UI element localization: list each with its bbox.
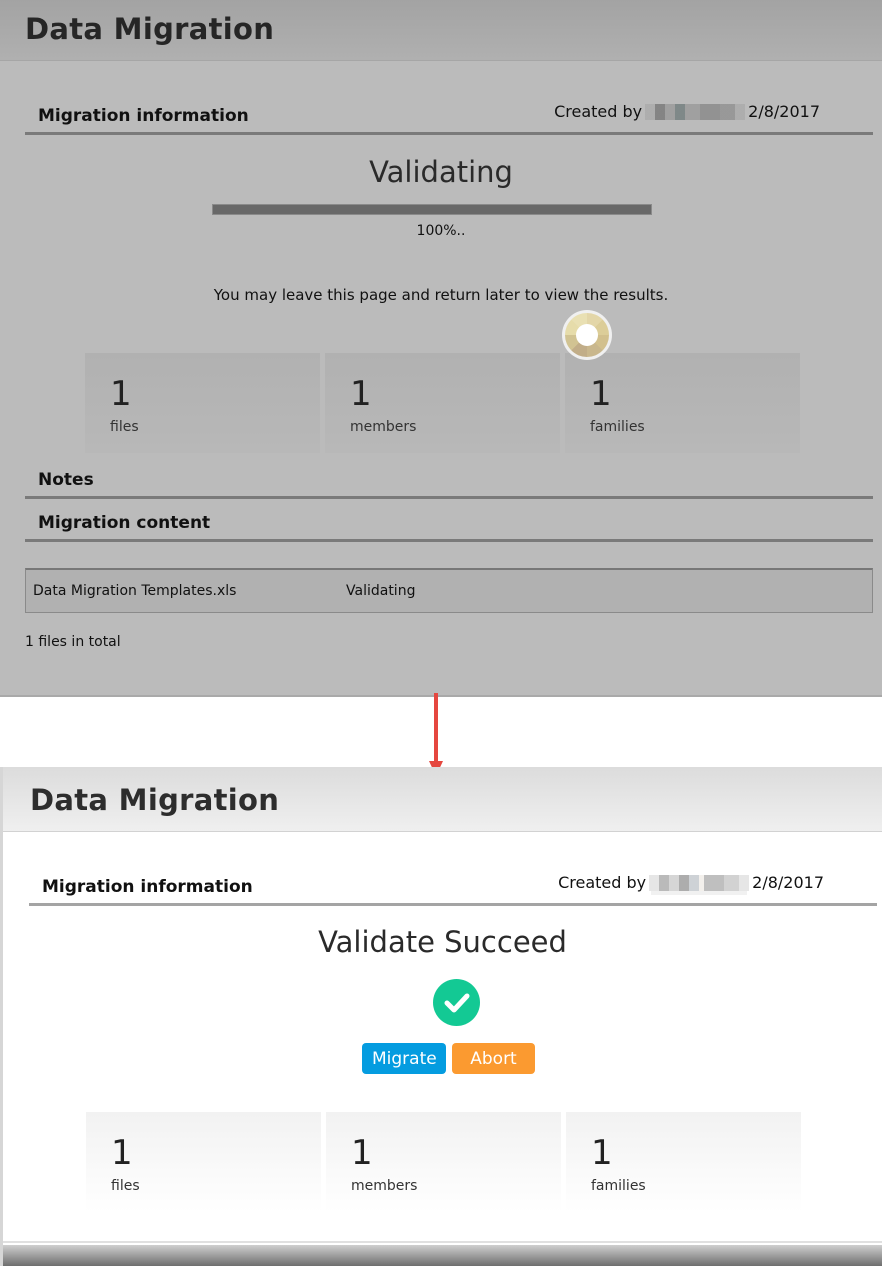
migration-info-header: Migration information Created by 2/8/201… (29, 873, 877, 906)
created-by-label: Created by (554, 102, 643, 121)
section-title: Migration information (42, 877, 253, 897)
stat-label: families (591, 1178, 646, 1194)
section-title: Migration content (38, 513, 211, 533)
validating-panel: Data Migration Migration information Cre… (0, 0, 882, 697)
created-info: Created by 2/8/2017 (554, 102, 820, 121)
file-table-row[interactable]: Data Migration Templates.xls Validating (25, 568, 873, 613)
status-title: Validating (369, 155, 513, 189)
migrate-button[interactable]: Migrate (362, 1043, 446, 1074)
stat-files: 1 files (85, 353, 320, 453)
stat-value: 1 (110, 374, 132, 414)
arrow-shaft (434, 693, 438, 763)
section-title: Notes (38, 470, 94, 490)
spinner-ring (565, 313, 609, 357)
stat-label: members (350, 419, 417, 435)
action-buttons: Migrate Abort (3, 1043, 882, 1074)
stat-members: 1 members (326, 1112, 561, 1212)
leave-page-note: You may leave this page and return later… (213, 286, 669, 304)
progress-fill (213, 205, 651, 214)
check-icon (444, 993, 469, 1012)
check-circle-icon (433, 979, 480, 1026)
file-status: Validating (346, 583, 416, 599)
stat-label: files (111, 1178, 140, 1194)
page-title: Data Migration (25, 12, 275, 46)
abort-button[interactable]: Abort (452, 1043, 535, 1074)
created-date: 2/8/2017 (748, 102, 820, 121)
arrow-down-icon (429, 693, 443, 776)
redacted-username (649, 874, 750, 891)
notes-header: Notes (25, 470, 873, 499)
progress-bar (212, 204, 652, 215)
stat-files: 1 files (86, 1112, 321, 1212)
validate-succeed-panel: Data Migration Migration information Cre… (0, 767, 882, 1266)
stat-value: 1 (590, 374, 612, 414)
stat-label: families (590, 419, 645, 435)
files-total: 1 files in total (25, 634, 121, 650)
stat-label: files (110, 419, 139, 435)
page-title: Data Migration (30, 783, 280, 817)
page-header: Data Migration (3, 767, 882, 832)
migration-content-header: Migration content (25, 513, 873, 542)
created-by-label: Created by (558, 873, 647, 892)
created-info: Created by 2/8/2017 (558, 873, 824, 892)
stats-row: 1 files 1 members 1 families (85, 353, 800, 453)
file-name: Data Migration Templates.xls (33, 583, 237, 599)
stat-value: 1 (350, 374, 372, 414)
stat-label: members (351, 1178, 418, 1194)
stats-row: 1 files 1 members 1 families (86, 1112, 801, 1212)
page-header: Data Migration (0, 0, 882, 61)
redacted-username (645, 103, 746, 120)
stat-value: 1 (351, 1133, 373, 1173)
loading-spinner-icon (562, 310, 612, 360)
created-date: 2/8/2017 (752, 873, 824, 892)
stat-families: 1 families (566, 1112, 801, 1212)
section-title: Migration information (38, 106, 249, 126)
stat-families: 1 families (565, 353, 800, 453)
progress-text: 100%.. (416, 223, 466, 239)
footer-bar (3, 1245, 882, 1266)
status-title: Validate Succeed (318, 925, 567, 959)
stat-members: 1 members (325, 353, 560, 453)
stat-value: 1 (591, 1133, 613, 1173)
migration-info-header: Migration information Created by 2/8/201… (25, 102, 873, 135)
divider (3, 1241, 882, 1243)
stat-value: 1 (111, 1133, 133, 1173)
